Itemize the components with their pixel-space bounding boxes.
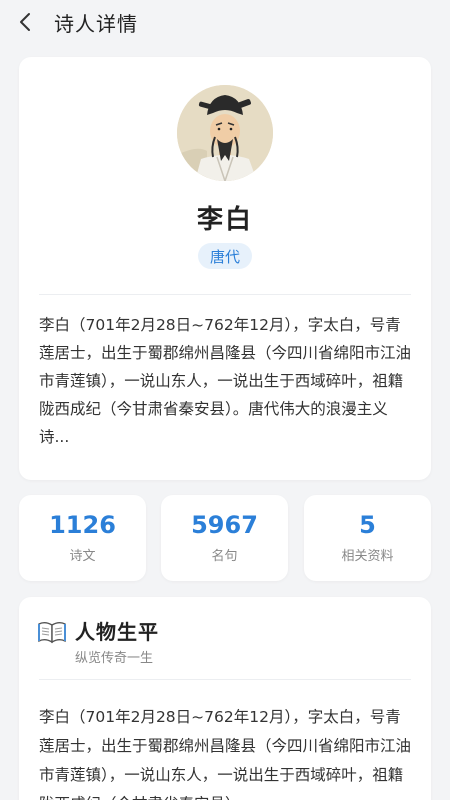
stat-value: 5967 xyxy=(191,511,258,539)
stat-card-materials[interactable]: 5 相关资料 xyxy=(304,495,431,581)
poet-bio-summary: 李白（701年2月28日~762年12月），字太白，号青莲居士，出生于蜀郡绵州昌… xyxy=(39,316,412,446)
page-title: 诗人详情 xyxy=(54,11,138,36)
life-section-card: 人物生平 纵览传奇一生 李白（701年2月28日~762年12月），字太白，号青… xyxy=(19,597,431,800)
poet-profile-card: 李白 唐代 李白（701年2月28日~762年12月），字太白，号青莲居士，出生… xyxy=(19,57,431,480)
poet-portrait-image xyxy=(177,85,273,181)
chevron-left-icon xyxy=(20,13,30,31)
divider xyxy=(39,294,411,295)
stat-value: 1126 xyxy=(49,511,116,539)
dynasty-badge[interactable]: 唐代 xyxy=(198,243,252,269)
avatar xyxy=(177,85,273,181)
section-title: 人物生平 xyxy=(75,620,159,644)
top-nav-bar: 诗人详情 xyxy=(0,0,450,44)
stat-label: 诗文 xyxy=(69,549,96,564)
poet-name: 李白 xyxy=(196,205,253,235)
stat-label: 名句 xyxy=(211,549,238,564)
stat-label: 相关资料 xyxy=(341,549,394,564)
open-book-icon xyxy=(38,622,66,644)
stat-card-poems[interactable]: 1126 诗文 xyxy=(19,495,146,581)
divider xyxy=(39,679,411,680)
back-button[interactable] xyxy=(4,0,48,44)
section-subtitle: 纵览传奇一生 xyxy=(75,651,154,666)
stat-card-quotes[interactable]: 5967 名句 xyxy=(161,495,288,581)
stat-value: 5 xyxy=(359,511,376,539)
life-text: 李白（701年2月28日~762年12月），字太白，号青莲居士，出生于蜀郡绵州昌… xyxy=(39,708,412,800)
